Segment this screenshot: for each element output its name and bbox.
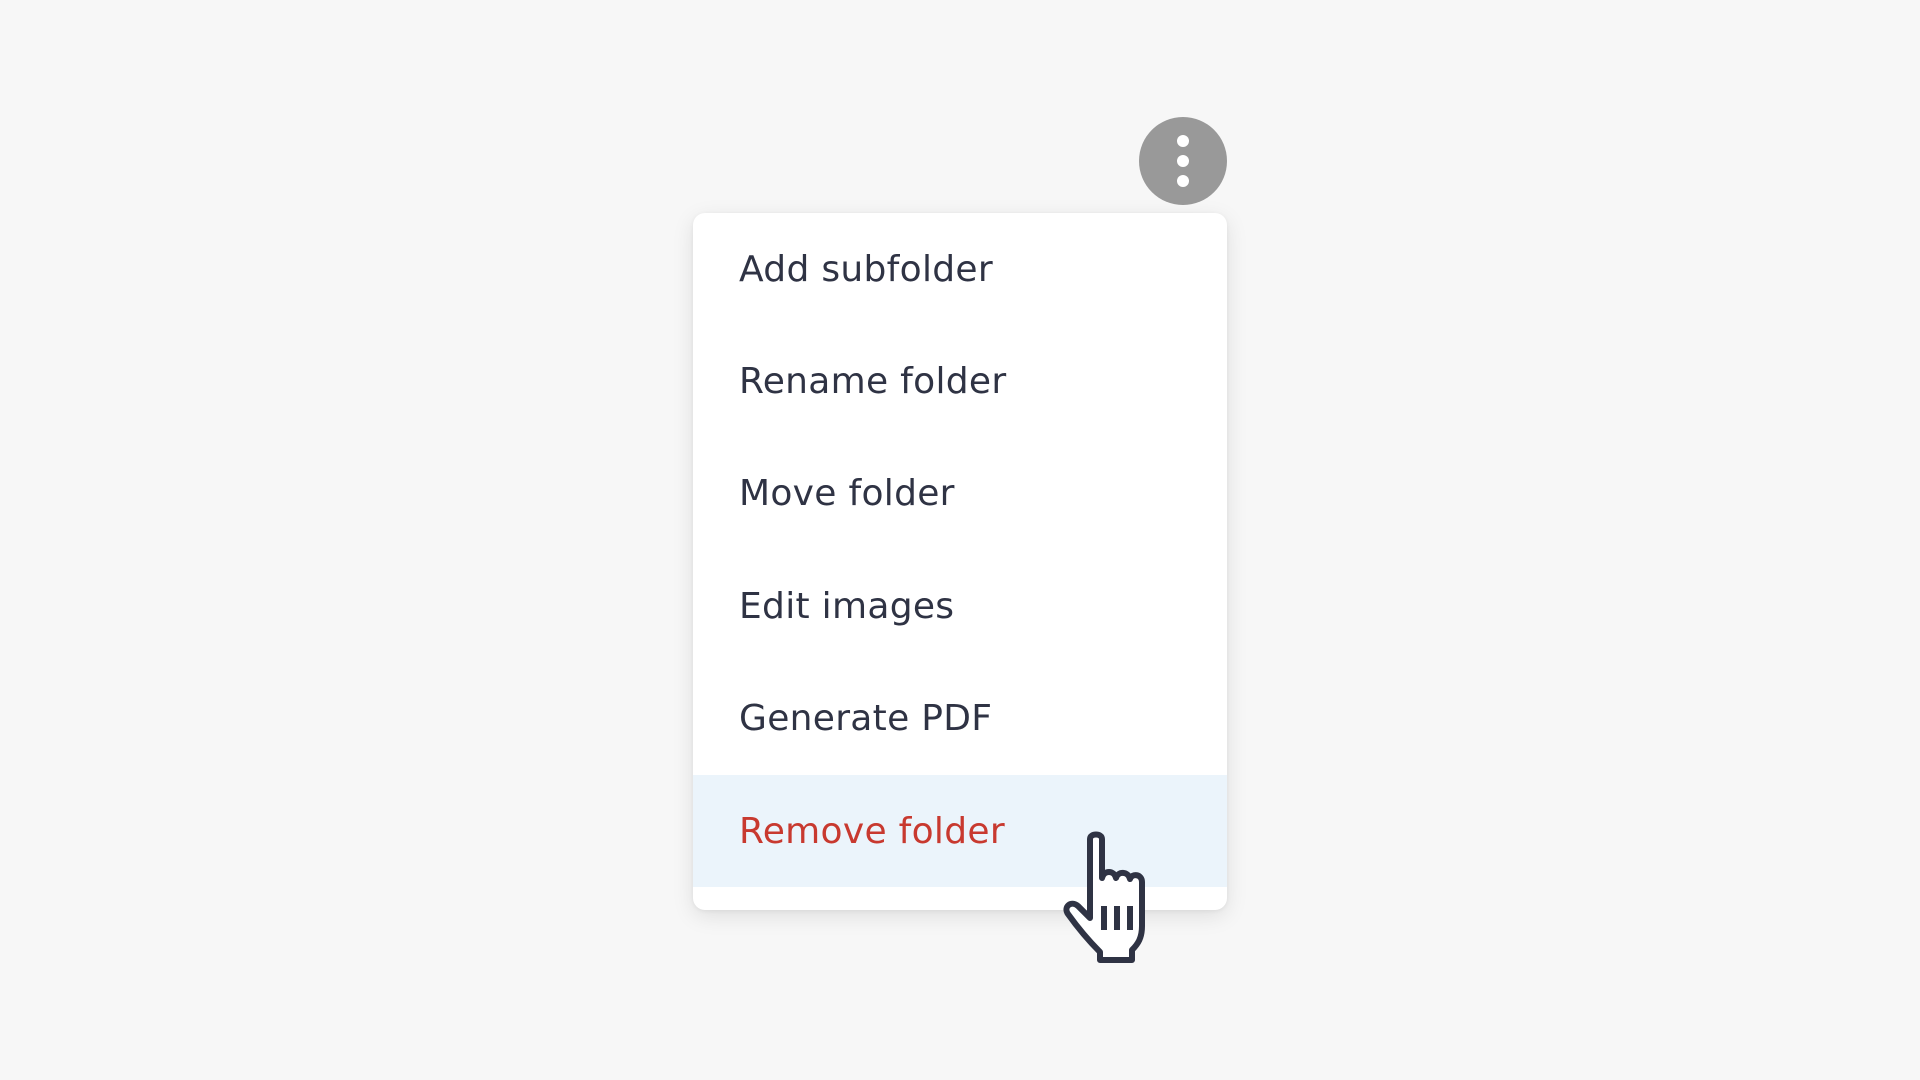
menu-item-label: Generate PDF — [739, 698, 993, 740]
menu-item-move-folder[interactable]: Move folder — [693, 438, 1227, 550]
menu-item-edit-images[interactable]: Edit images — [693, 550, 1227, 662]
more-vertical-icon — [1177, 135, 1189, 187]
app-canvas: Add subfolder Rename folder Move folder … — [0, 0, 1920, 1080]
menu-item-label: Remove folder — [739, 810, 1005, 852]
menu-item-generate-pdf[interactable]: Generate PDF — [693, 663, 1227, 775]
menu-item-remove-folder[interactable]: Remove folder — [693, 774, 1227, 888]
menu-item-label: Rename folder — [739, 361, 1007, 403]
more-options-button[interactable] — [1139, 117, 1227, 205]
menu-list: Add subfolder Rename folder Move folder … — [693, 213, 1227, 888]
menu-item-label: Edit images — [739, 585, 955, 627]
menu-item-label: Move folder — [739, 473, 955, 515]
menu-item-label: Add subfolder — [739, 248, 993, 290]
folder-context-menu: Add subfolder Rename folder Move folder … — [693, 213, 1227, 910]
menu-item-rename-folder[interactable]: Rename folder — [693, 325, 1227, 437]
menu-item-add-subfolder[interactable]: Add subfolder — [693, 213, 1227, 325]
